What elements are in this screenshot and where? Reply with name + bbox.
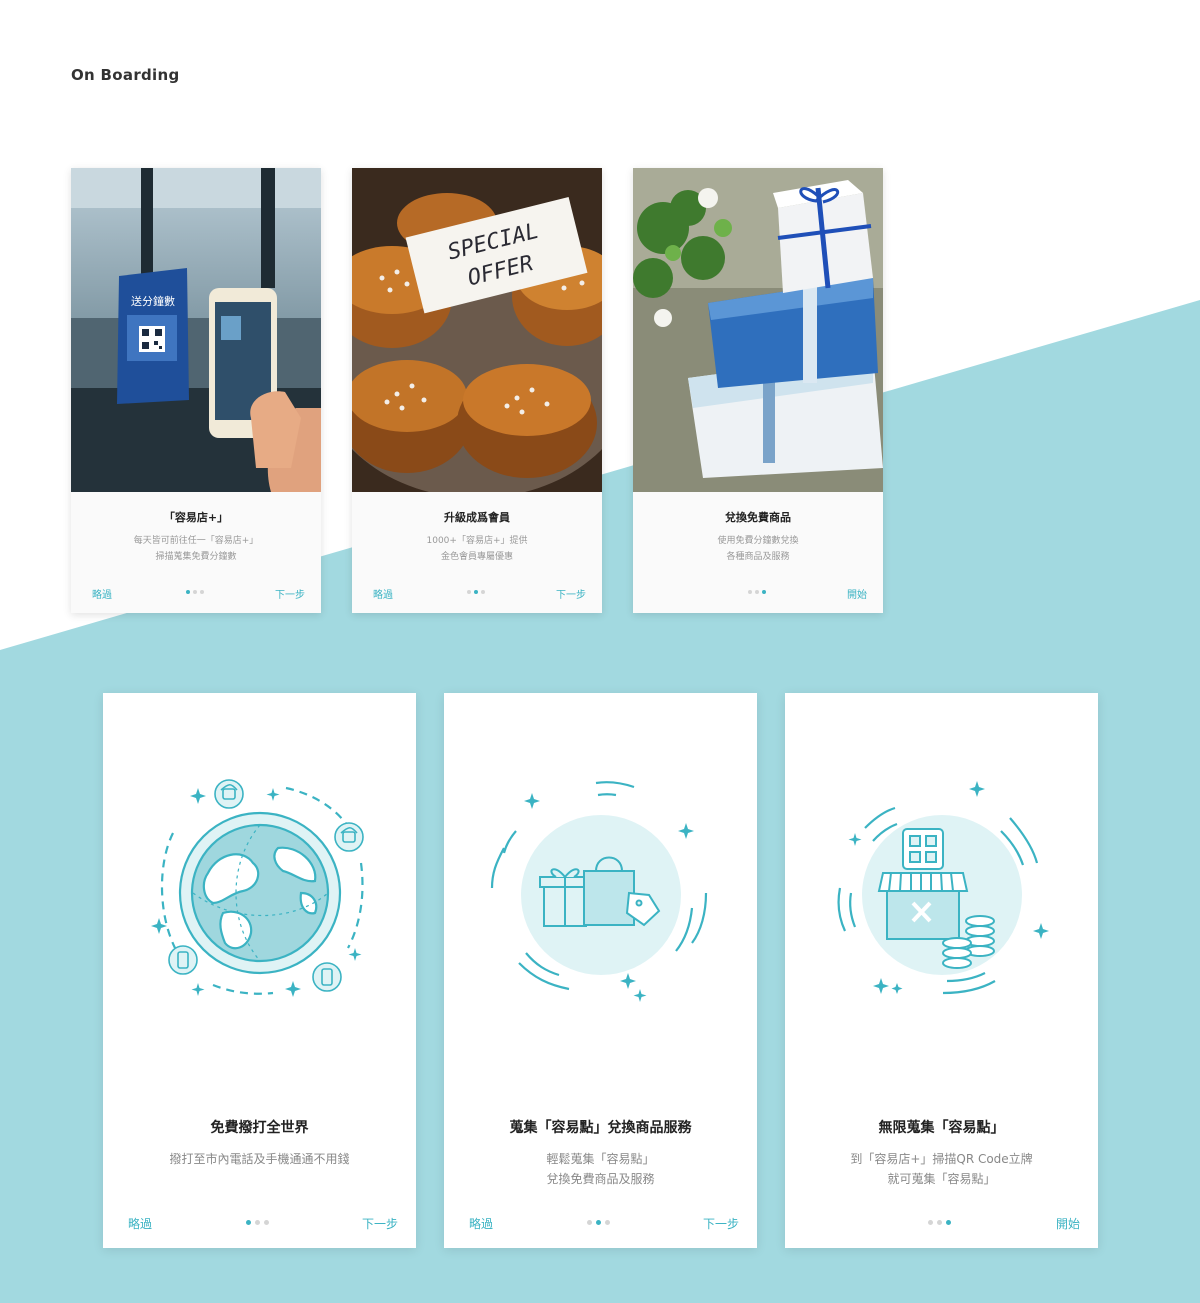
next-button[interactable]: 下一步 bbox=[556, 586, 586, 601]
page-dot-active bbox=[596, 1220, 601, 1225]
card-description-line: 金色會員專屬優惠 bbox=[440, 552, 513, 562]
card-navigation: 略過 下一步 bbox=[103, 1215, 416, 1231]
page-dot bbox=[467, 590, 471, 594]
card-description-line: 使用免費分鐘數兌換 bbox=[717, 536, 799, 546]
page-dot bbox=[755, 590, 759, 594]
page-dot-active bbox=[186, 590, 190, 594]
page-indicator bbox=[246, 1220, 276, 1226]
card-title: 兌換免費商品 bbox=[725, 511, 791, 524]
onboarding-photo-card-2: SPECIAL OFFER 升級成爲會員 1000+「容易店+」提供 金色會員專… bbox=[352, 168, 602, 613]
card-navigation: 略過 下一步 bbox=[444, 1215, 757, 1231]
page-dot bbox=[193, 590, 197, 594]
onboarding-photo-card-1: 送分鐘數 「容易店+」 每天皆可前往任一「容易店+」 掃描蒐集免費分鐘數 略過 … bbox=[71, 168, 321, 613]
section-title: On Boarding bbox=[71, 66, 180, 84]
skip-button[interactable]: 略過 bbox=[128, 1215, 152, 1232]
muffins-special-offer-photo: SPECIAL OFFER bbox=[352, 168, 602, 492]
page-dot-active bbox=[246, 1220, 251, 1225]
card-title: 免費撥打全世界 bbox=[210, 1120, 309, 1136]
start-button[interactable]: 開始 bbox=[1056, 1215, 1080, 1232]
card-description: 使用免費分鐘數兌換 各種商品及服務 bbox=[633, 533, 883, 565]
card-description: 每天皆可前往任一「容易店+」 掃描蒐集免費分鐘數 bbox=[71, 533, 321, 565]
page-indicator bbox=[928, 1220, 958, 1226]
onboarding-illustrated-card-2: 蒐集「容易點」兌換商品服務 輕鬆蒐集「容易點」 兌換免費商品及服務 略過 下一步 bbox=[444, 693, 757, 1248]
page-dot bbox=[481, 590, 485, 594]
page-dot-active bbox=[762, 590, 766, 594]
phone-scanning-qr-standee-photo: 送分鐘數 bbox=[71, 168, 321, 492]
page-indicator bbox=[748, 590, 770, 596]
page-indicator bbox=[587, 1220, 617, 1226]
card-description-line: 兌換免費商品及服務 bbox=[546, 1172, 655, 1186]
onboarding-photo-card-3: 兌換免費商品 使用免費分鐘數兌換 各種商品及服務 開始 bbox=[633, 168, 883, 613]
page-dot bbox=[605, 1220, 610, 1225]
page-indicator bbox=[467, 590, 489, 596]
card-description: 撥打至市內電話及手機通通不用錢 bbox=[103, 1149, 416, 1169]
card-navigation: 略過 下一步 bbox=[352, 586, 602, 601]
blue-gift-boxes-photo bbox=[633, 168, 883, 492]
card-description: 到「容易店+」掃描QR Code立牌 就可蒐集「容易點」 bbox=[785, 1149, 1098, 1189]
globe-with-phones-icon bbox=[103, 753, 416, 1033]
card-title: 無限蒐集「容易點」 bbox=[878, 1120, 1005, 1136]
card-description-line: 掃描蒐集免費分鐘數 bbox=[155, 552, 237, 562]
card-description-line: 到「容易店+」掃描QR Code立牌 bbox=[850, 1152, 1033, 1166]
page-dot bbox=[587, 1220, 592, 1225]
skip-button[interactable]: 略過 bbox=[92, 586, 112, 601]
card-description-line: 就可蒐集「容易點」 bbox=[887, 1172, 996, 1186]
card-description: 1000+「容易店+」提供 金色會員專屬優惠 bbox=[352, 533, 602, 565]
standee-text: 送分鐘數 bbox=[131, 294, 175, 308]
page-dot bbox=[264, 1220, 269, 1225]
onboarding-illustrated-card-3: 無限蒐集「容易點」 到「容易店+」掃描QR Code立牌 就可蒐集「容易點」 開… bbox=[785, 693, 1098, 1248]
next-button[interactable]: 下一步 bbox=[703, 1215, 739, 1232]
page-dot bbox=[200, 590, 204, 594]
next-button[interactable]: 下一步 bbox=[362, 1215, 398, 1232]
card-title: 升級成爲會員 bbox=[444, 511, 510, 524]
page-dot bbox=[255, 1220, 260, 1225]
card-description-line: 1000+「容易店+」提供 bbox=[426, 536, 528, 546]
page-dot bbox=[937, 1220, 942, 1225]
shopping-bag-gift-icon bbox=[444, 753, 757, 1033]
page-dot bbox=[748, 590, 752, 594]
page-dot-active bbox=[474, 590, 478, 594]
card-description-line: 撥打至市內電話及手機通通不用錢 bbox=[169, 1152, 350, 1166]
page-dot-active bbox=[946, 1220, 951, 1225]
card-description-line: 各種商品及服務 bbox=[726, 552, 790, 562]
card-navigation: 開始 bbox=[633, 586, 883, 601]
card-description: 輕鬆蒐集「容易點」 兌換免費商品及服務 bbox=[444, 1149, 757, 1189]
card-navigation: 略過 下一步 bbox=[71, 586, 321, 601]
card-description-line: 每天皆可前往任一「容易店+」 bbox=[133, 536, 259, 546]
skip-button[interactable]: 略過 bbox=[469, 1215, 493, 1232]
card-navigation: 開始 bbox=[785, 1215, 1098, 1231]
card-title: 「容易店+」 bbox=[163, 511, 229, 524]
skip-button[interactable]: 略過 bbox=[373, 586, 393, 601]
onboarding-illustrated-card-1: 免費撥打全世界 撥打至市內電話及手機通通不用錢 略過 下一步 bbox=[103, 693, 416, 1248]
page-indicator bbox=[186, 590, 208, 596]
store-qr-coins-icon bbox=[785, 753, 1098, 1033]
start-button[interactable]: 開始 bbox=[847, 586, 867, 601]
page-dot bbox=[928, 1220, 933, 1225]
card-description-line: 輕鬆蒐集「容易點」 bbox=[546, 1152, 655, 1166]
next-button[interactable]: 下一步 bbox=[275, 586, 305, 601]
card-title: 蒐集「容易點」兌換商品服務 bbox=[509, 1120, 692, 1136]
